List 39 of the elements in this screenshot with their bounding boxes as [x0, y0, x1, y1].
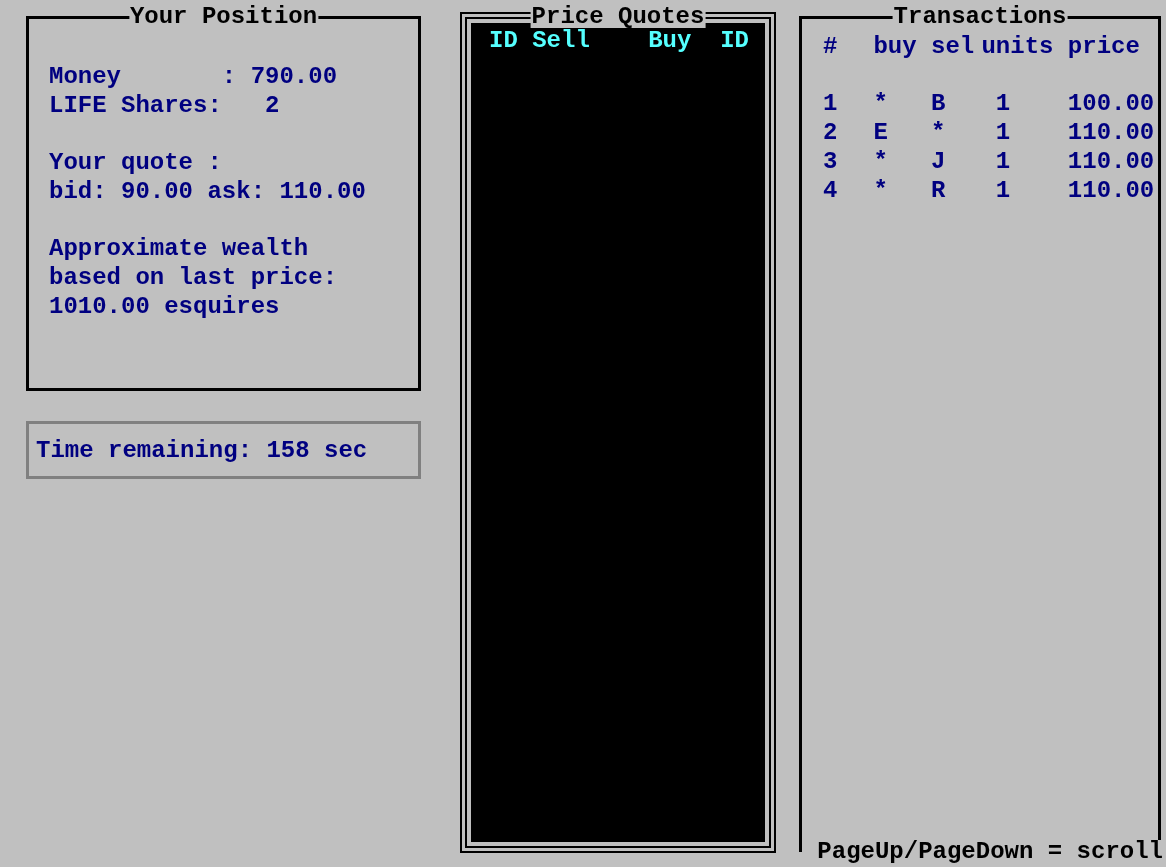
scroll-hint: PageUp/PageDown = scroll: [816, 840, 1164, 864]
table-cell: 100.00: [1067, 90, 1155, 120]
position-line: Approximate wealth: [49, 235, 310, 264]
column-header: price: [1067, 33, 1141, 62]
table-cell: 110.00: [1067, 147, 1155, 177]
table-cell-text: J: [930, 147, 947, 177]
table-cell-text: B: [930, 90, 947, 120]
position-line: 1010.00 esquires: [49, 292, 281, 322]
table-cell-text: *: [930, 119, 947, 148]
table-cell: 110.00: [1067, 176, 1155, 206]
table-cell-text: *: [872, 90, 889, 120]
column-header: #: [823, 33, 839, 62]
panel-title: Price Quotes: [530, 6, 706, 28]
column-header: ID: [489, 27, 518, 56]
column-header: Buy: [648, 27, 692, 56]
column-header: buy: [872, 33, 918, 62]
table-cell-text: 1: [994, 147, 1012, 177]
table-cell-text: R: [930, 176, 947, 206]
position-line: LIFE Shares: 2: [49, 91, 281, 121]
table-cell-text: 1: [994, 119, 1012, 148]
table-cell-text: 4: [823, 176, 839, 206]
position-line: Money : 790.00: [49, 63, 339, 92]
table-cell-text: 1: [823, 90, 839, 120]
column-header: units: [981, 33, 1055, 62]
table-cell-text: 3: [823, 147, 839, 177]
table-cell-text: E: [872, 119, 889, 148]
table-cell: 110.00: [1067, 119, 1155, 148]
table-cell-text: 1: [994, 176, 1012, 206]
table-cell-text: 2: [823, 119, 839, 148]
position-line: bid: 90.00 ask: 110.00: [49, 177, 367, 207]
position-line: Your quote :: [49, 149, 223, 178]
position-line: based on last price:: [49, 263, 339, 293]
table-cell-text: *: [872, 147, 889, 177]
table-cell-text: *: [872, 176, 889, 206]
column-header: ID: [720, 27, 749, 56]
column-header: Sell: [532, 27, 590, 56]
column-header: sel: [930, 33, 976, 62]
table-cell-text: 1: [994, 90, 1012, 120]
time-remaining: Time remaining: 158 sec: [36, 437, 369, 466]
